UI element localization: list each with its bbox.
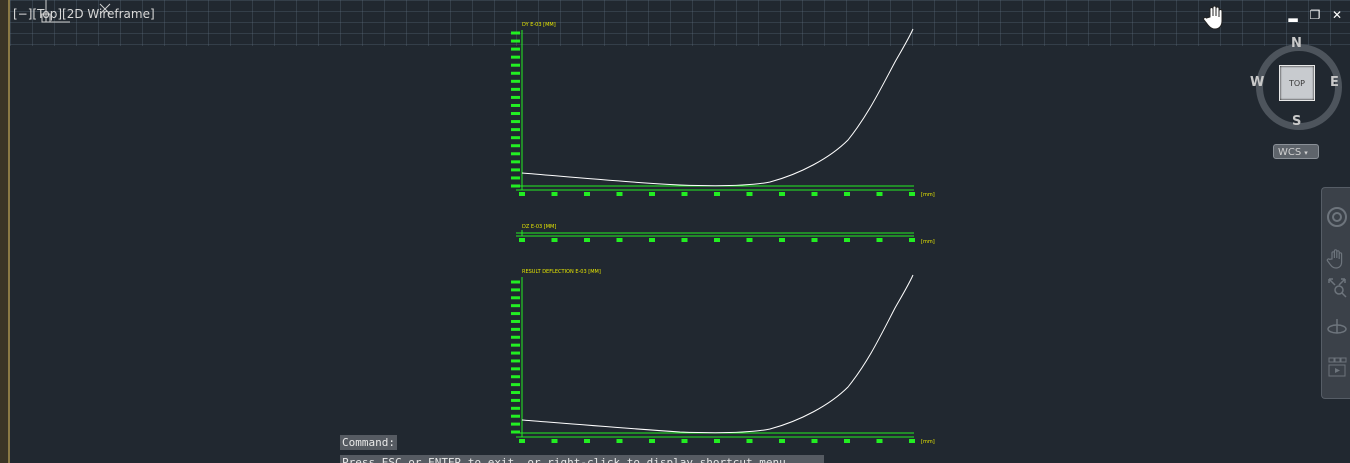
x-tick-marker — [779, 439, 785, 443]
y-tick-marker — [511, 95, 520, 99]
x-axis-unit: [mm] — [921, 239, 935, 245]
x-tick-marker — [779, 238, 785, 242]
x-tick-marker — [714, 192, 720, 196]
y-tick-marker — [511, 383, 520, 387]
x-tick-marker — [584, 192, 590, 196]
y-tick-marker — [511, 128, 520, 132]
x-tick-marker — [876, 192, 883, 196]
x-tick-marker — [844, 192, 850, 196]
x-tick-marker — [714, 439, 720, 443]
y-tick-marker — [511, 304, 520, 308]
x-tick-marker — [519, 238, 525, 242]
x-tick-marker — [811, 192, 818, 196]
y-tick-marker — [511, 79, 520, 83]
x-tick-marker — [584, 439, 590, 443]
y-tick-marker — [511, 103, 520, 107]
graph-title: RESULT DEFLECTION E-03 [MM] — [522, 269, 601, 275]
x-tick-marker — [551, 238, 558, 242]
graph-title: DY E-03 [MM] — [522, 22, 556, 28]
x-tick-marker — [649, 439, 655, 443]
x-tick-marker — [681, 238, 688, 242]
y-tick-marker — [511, 422, 520, 426]
drawing-viewport[interactable]: [−][Top][2D Wireframe] ▂ ❐ ✕ TOP N S E W… — [0, 0, 1350, 463]
x-tick-marker — [746, 238, 753, 242]
x-tick-marker — [876, 439, 883, 443]
y-tick-marker — [511, 343, 520, 347]
y-tick-marker — [511, 406, 520, 410]
y-tick-marker — [511, 367, 520, 371]
y-tick-marker — [511, 168, 520, 172]
x-tick-marker — [746, 439, 753, 443]
x-tick-marker — [519, 192, 525, 196]
y-tick-marker — [511, 136, 520, 140]
x-tick-marker — [649, 192, 655, 196]
x-tick-marker — [616, 192, 623, 196]
x-tick-marker — [681, 192, 688, 196]
x-tick-marker — [746, 192, 753, 196]
y-tick-marker — [511, 31, 520, 35]
x-tick-marker — [681, 439, 688, 443]
x-axis-unit: [mm] — [921, 439, 935, 445]
x-tick-marker — [811, 439, 818, 443]
x-tick-marker — [551, 439, 558, 443]
command-prompt: Press ESC or ENTER to exit, or right-cli… — [340, 455, 824, 463]
x-tick-marker — [649, 238, 655, 242]
y-tick-marker — [511, 359, 520, 363]
y-tick-marker — [511, 39, 520, 43]
y-tick-marker — [511, 414, 520, 418]
y-tick-marker — [511, 176, 520, 180]
y-tick-marker — [511, 327, 520, 331]
y-tick-marker — [511, 335, 520, 339]
graph-title: DZ E-03 [MM] — [522, 224, 556, 230]
y-tick-marker — [511, 296, 520, 300]
x-tick-marker — [811, 238, 818, 242]
y-tick-marker — [511, 288, 520, 292]
x-tick-marker — [551, 192, 558, 196]
x-tick-marker — [909, 238, 915, 242]
y-tick-marker — [511, 375, 520, 379]
x-tick-marker — [616, 238, 623, 242]
y-tick-marker — [511, 280, 520, 284]
y-tick-marker — [511, 55, 520, 59]
x-tick-marker — [909, 192, 915, 196]
graph-dy: DY E-03 [MM] [mm] — [511, 22, 935, 198]
x-axis-unit: [mm] — [921, 192, 935, 198]
y-tick-marker — [511, 87, 520, 91]
result-curve — [521, 274, 914, 434]
y-tick-marker — [511, 160, 520, 164]
x-tick-marker — [584, 238, 590, 242]
y-tick-marker — [511, 319, 520, 323]
dy-curve — [521, 28, 914, 187]
x-tick-marker — [616, 439, 623, 443]
x-tick-marker — [844, 238, 850, 242]
graph-result-deflection: RESULT DEFLECTION E-03 [MM] [mm] — [511, 269, 935, 445]
y-tick-marker — [511, 351, 520, 355]
y-tick-marker — [511, 47, 520, 51]
y-tick-marker — [511, 398, 520, 402]
y-tick-marker — [511, 120, 520, 124]
x-tick-marker — [909, 439, 915, 443]
x-tick-marker — [519, 439, 525, 443]
y-tick-marker — [511, 112, 520, 116]
command-label: Command: — [340, 435, 397, 450]
deflection-graphs: DY E-03 [MM] [mm] DZ E-03 [MM] [mm] RESU… — [511, 22, 935, 445]
y-tick-marker — [511, 71, 520, 75]
x-tick-marker — [714, 238, 720, 242]
y-tick-marker — [511, 391, 520, 395]
y-tick-marker — [511, 63, 520, 67]
graph-dz: DZ E-03 [MM] [mm] — [516, 224, 935, 245]
y-tick-marker — [511, 312, 520, 316]
y-tick-marker — [511, 152, 520, 156]
x-tick-marker — [779, 192, 785, 196]
y-tick-marker — [511, 144, 520, 148]
x-tick-marker — [844, 439, 850, 443]
x-tick-marker — [876, 238, 883, 242]
